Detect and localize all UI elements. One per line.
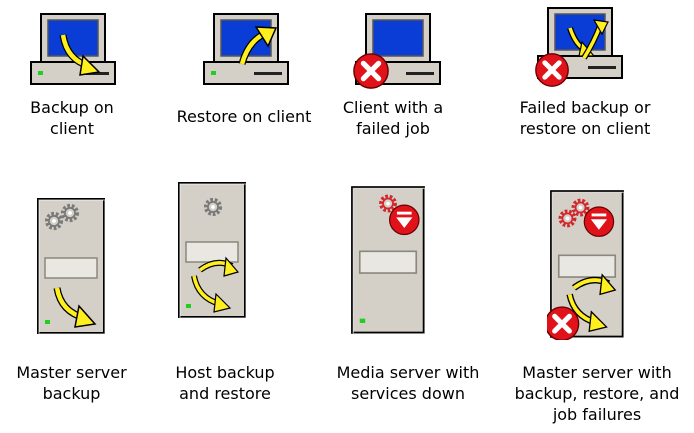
client-failed-backup-restore-icon — [534, 6, 624, 88]
media-server-services-down-icon — [348, 184, 428, 336]
caption: Master server with backup, restore, and … — [514, 363, 680, 424]
caption: Media server with services down — [336, 363, 480, 403]
client-backup-icon — [27, 12, 117, 87]
caption: Failed backup or restore on client — [519, 98, 651, 138]
master-server-backup-icon — [35, 196, 107, 336]
caption: Backup on client — [30, 98, 114, 138]
client-failed-job-icon — [352, 12, 442, 92]
host-backup-restore-icon — [176, 180, 248, 320]
master-server-failures-icon — [547, 188, 627, 340]
caption: Client with a failed job — [342, 98, 444, 138]
caption: Host backup and restore — [175, 363, 275, 403]
caption: Master server backup — [16, 363, 127, 403]
caption: Restore on client — [176, 107, 312, 126]
client-restore-icon — [200, 12, 290, 87]
